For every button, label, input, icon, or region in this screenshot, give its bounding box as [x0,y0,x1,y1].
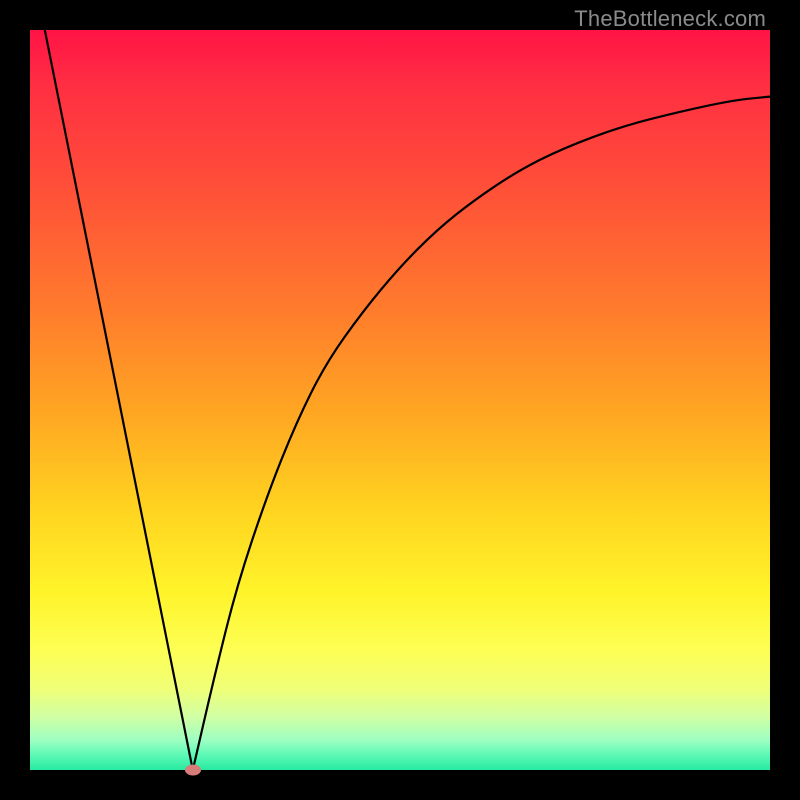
watermark-text: TheBottleneck.com [574,6,766,32]
plot-area [30,30,770,770]
curve-right-branch [193,97,770,770]
curve-left-branch [45,30,193,770]
chart-frame: TheBottleneck.com [0,0,800,800]
curve-layer [30,30,770,770]
minimum-marker [185,765,201,776]
